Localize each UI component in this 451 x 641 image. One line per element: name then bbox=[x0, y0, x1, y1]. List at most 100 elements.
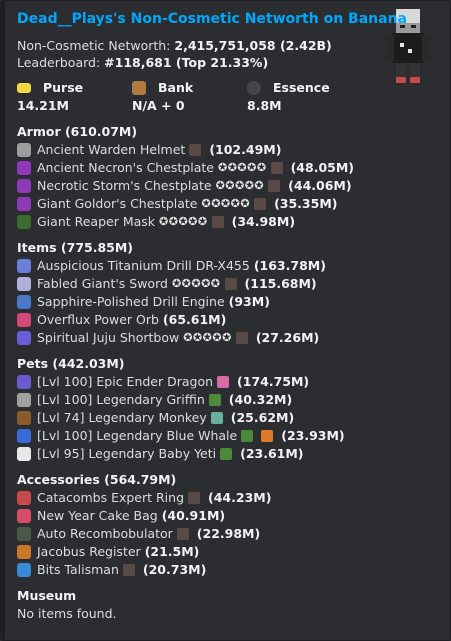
section: Pets (442.03M) [Lvl 100] Epic Ender Drago… bbox=[17, 355, 437, 463]
pet-icon bbox=[17, 375, 31, 389]
item-name: Auspicious Titanium Drill DR-X455 bbox=[37, 258, 250, 273]
modifier-icon bbox=[188, 492, 201, 504]
pet-icon bbox=[17, 447, 31, 461]
item-value: (25.62M) bbox=[230, 410, 295, 425]
helmet-icon bbox=[17, 143, 31, 157]
pet-icon bbox=[17, 429, 31, 443]
modifier-icon bbox=[235, 332, 248, 344]
embed-content: Dead__Plays's Non-Cosmetic Networth on B… bbox=[17, 9, 437, 623]
essence-icon bbox=[247, 81, 261, 95]
drill-icon bbox=[17, 259, 31, 273]
item-value: (44.06M) bbox=[288, 178, 352, 193]
item-name: Ancient Necron's Chestplate bbox=[37, 160, 214, 175]
modifier-icon bbox=[254, 198, 267, 210]
item-value: (40.91M) bbox=[161, 508, 226, 523]
section-title: Items (775.85M) bbox=[17, 240, 134, 255]
engine-icon bbox=[17, 295, 31, 309]
list-item: [Lvl 100] Epic Ender Dragon (174.75M) bbox=[17, 373, 437, 391]
sword-icon bbox=[17, 277, 31, 291]
item-value: (44.23M) bbox=[208, 490, 272, 505]
field-essence: Essence 8.8M bbox=[247, 79, 362, 115]
item-value: (93M) bbox=[228, 294, 270, 309]
pet-icon bbox=[17, 411, 31, 425]
networth-sections: Armor (610.07M) Ancient Warden Helmet (102… bbox=[17, 123, 437, 623]
modifier-icon bbox=[189, 144, 202, 156]
item-name: Catacombs Expert Ring bbox=[37, 490, 185, 505]
section-title: Accessories (564.79M) bbox=[17, 472, 177, 487]
list-item: Auto Recombobulator (22.98M) bbox=[17, 525, 437, 543]
item-value: (174.75M) bbox=[237, 374, 310, 389]
bank-icon bbox=[132, 81, 146, 95]
modifier-icon bbox=[241, 430, 254, 442]
list-item: Ancient Necron's Chestplate ✪✪✪✪✪ (48.05M) bbox=[17, 159, 437, 177]
list-item: Bits Talisman (20.73M) bbox=[17, 561, 437, 579]
item-value: (65.61M) bbox=[162, 312, 227, 327]
list-item: Overflux Power Orb (65.61M) bbox=[17, 311, 437, 329]
cake-icon bbox=[17, 509, 31, 523]
field-essence-name: Essence bbox=[273, 80, 330, 95]
item-name: Necrotic Storm's Chestplate bbox=[37, 178, 212, 193]
item-value: (40.32M) bbox=[228, 392, 293, 407]
item-name: [Lvl 95] Legendary Baby Yeti bbox=[37, 446, 217, 461]
section: Items (775.85M) Auspicious Titanium Drill… bbox=[17, 239, 437, 347]
networth-line: Non-Cosmetic Networth: 2,415,751,058 (2.… bbox=[17, 37, 437, 54]
item-value: (22.98M) bbox=[196, 526, 261, 541]
modifier-icon bbox=[122, 564, 135, 576]
item-name: [Lvl 100] Legendary Blue Whale bbox=[37, 428, 238, 443]
bow-icon bbox=[17, 331, 31, 345]
modifier-icon bbox=[268, 180, 281, 192]
modifier-icon bbox=[211, 216, 224, 228]
list-item: New Year Cake Bag (40.91M) bbox=[17, 507, 437, 525]
item-name: Ancient Warden Helmet bbox=[37, 142, 186, 157]
item-name: Bits Talisman bbox=[37, 562, 119, 577]
modifier-icon bbox=[270, 162, 283, 174]
list-item: Ancient Warden Helmet (102.49M) bbox=[17, 141, 437, 159]
modifier-icon bbox=[208, 394, 221, 406]
item-name: Overflux Power Orb bbox=[37, 312, 159, 327]
list-item: Jacobus Register (21.5M) bbox=[17, 543, 437, 561]
leaderboard-value: #118,681 (Top 21.33%) bbox=[104, 55, 269, 70]
stars: ✪✪✪✪✪ bbox=[183, 331, 232, 344]
field-bank: Bank N/A + 0 bbox=[132, 79, 247, 115]
modifier-icon bbox=[220, 448, 233, 460]
item-name: Fabled Giant's Sword bbox=[37, 276, 168, 291]
chestplate-icon bbox=[17, 197, 31, 211]
item-name: [Lvl 74] Legendary Monkey bbox=[37, 410, 207, 425]
item-name: Giant Goldor's Chestplate bbox=[37, 196, 198, 211]
purse-icon bbox=[17, 83, 31, 93]
networth-value: 2,415,751,058 (2.42B) bbox=[174, 38, 332, 53]
stars: ✪✪✪✪✪ bbox=[171, 277, 221, 290]
section: Armor (610.07M) Ancient Warden Helmet (102… bbox=[17, 123, 437, 231]
list-item: [Lvl 100] Legendary Griffin (40.32M) bbox=[17, 391, 437, 409]
chestplate-icon bbox=[17, 179, 31, 193]
list-item: [Lvl 100] Legendary Blue Whale (23.93M) bbox=[17, 427, 437, 445]
list-item: Giant Reaper Mask ✪✪✪✪✪ (34.98M) bbox=[17, 213, 437, 231]
section-title: Armor (610.07M) bbox=[17, 124, 138, 139]
networth-label: Non-Cosmetic Networth: bbox=[17, 38, 171, 53]
field-bank-name: Bank bbox=[158, 80, 194, 95]
list-item: Catacombs Expert Ring (44.23M) bbox=[17, 489, 437, 507]
list-item: Necrotic Storm's Chestplate ✪✪✪✪✪ (44.06M) bbox=[17, 177, 437, 195]
stars: ✪✪✪✪✪ bbox=[215, 179, 265, 192]
embed-title: Dead__Plays's Non-Cosmetic Networth on B… bbox=[17, 11, 407, 27]
item-value: (20.73M) bbox=[142, 562, 207, 577]
field-essence-value: 8.8M bbox=[247, 98, 282, 113]
embed-accent-bar bbox=[1, 1, 5, 640]
list-item: [Lvl 95] Legendary Baby Yeti (23.61M) bbox=[17, 445, 437, 463]
list-item: Fabled Giant's Sword ✪✪✪✪✪ (115.68M) bbox=[17, 275, 437, 293]
section-title: Pets (442.03M) bbox=[17, 356, 125, 371]
item-value: (35.35M) bbox=[274, 196, 338, 211]
item-name: [Lvl 100] Epic Ender Dragon bbox=[37, 374, 214, 389]
item-name: Jacobus Register bbox=[37, 544, 141, 559]
section: Museum No items found. bbox=[17, 587, 437, 623]
empty-text: No items found. bbox=[17, 606, 117, 621]
item-value: (115.68M) bbox=[244, 276, 317, 291]
section: Accessories (564.79M) Catacombs Expert Ri… bbox=[17, 471, 437, 579]
stars: ✪✪✪✪✪ bbox=[201, 197, 251, 210]
item-name: New Year Cake Bag bbox=[37, 508, 158, 523]
register-icon bbox=[17, 545, 31, 559]
chestplate-icon bbox=[17, 161, 31, 175]
item-value: (27.26M) bbox=[255, 330, 320, 345]
field-purse-value: 14.21M bbox=[17, 98, 69, 113]
mask-icon bbox=[17, 215, 31, 229]
